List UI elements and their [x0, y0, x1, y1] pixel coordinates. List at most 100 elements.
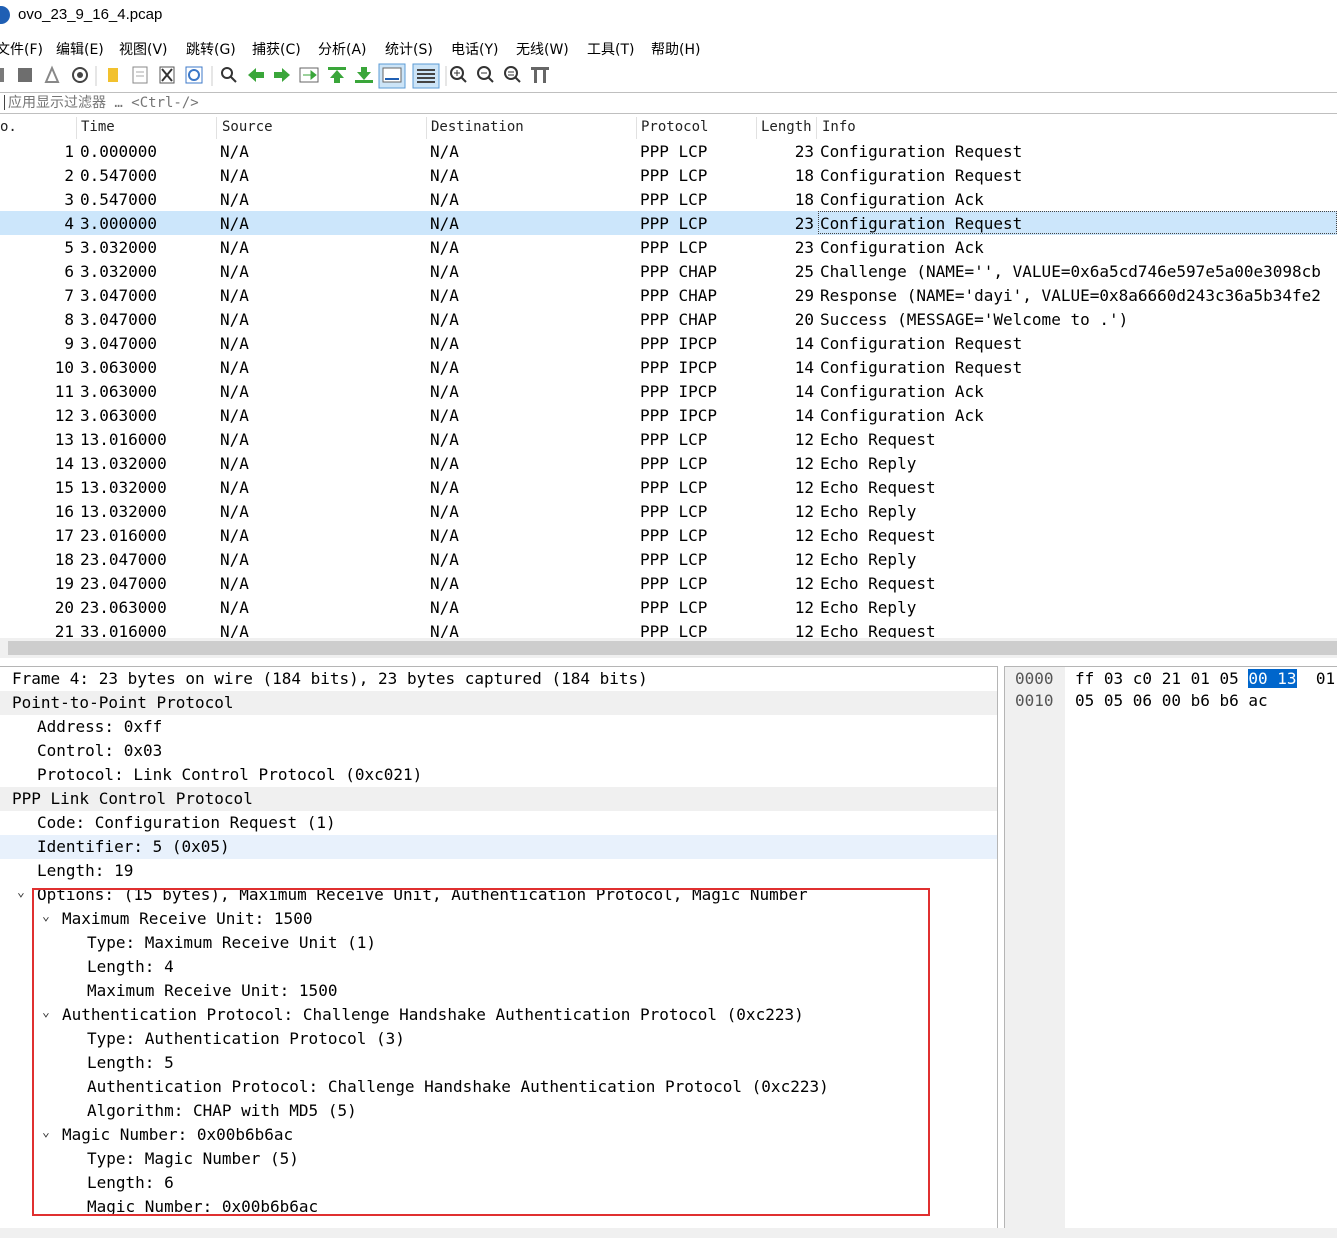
resize-columns-icon[interactable]: [531, 67, 549, 83]
go-last-icon[interactable]: [355, 67, 373, 83]
packet-row[interactable]: 3 0.547000 N/A N/A PPP LCP 18 Configuration Ac…: [0, 187, 1337, 211]
chevron-right-icon[interactable]: ›: [0, 789, 4, 809]
filter-bookmark-icon[interactable]: [4, 95, 5, 110]
detail-tree-item[interactable]: Type: Maximum Receive Unit (1): [0, 931, 997, 955]
packet-row[interactable]: 6 3.032000 N/A N/A PPP CHAP 25 Challenge (NAME…: [0, 259, 1337, 283]
hex-bytes[interactable]: 05 05 06 00 b6 b6 ac: [1075, 691, 1268, 710]
column-header-time[interactable]: Time: [81, 119, 115, 135]
packet-row[interactable]: 9 3.047000 N/A N/A PPP IPCP 14 Configuration R…: [0, 331, 1337, 355]
chevron-right-icon[interactable]: ›: [0, 669, 4, 689]
detail-tree-item[interactable]: Magic Number: 0x00b6b6ac: [0, 1195, 997, 1219]
detail-tree-item[interactable]: Type: Authentication Protocol (3): [0, 1027, 997, 1051]
chevron-down-icon[interactable]: ⌄: [17, 885, 29, 905]
column-header-info[interactable]: Info: [822, 119, 856, 135]
packet-row[interactable]: 2 0.547000 N/A N/A PPP LCP 18 Configuration Re…: [0, 163, 1337, 187]
open-file-icon[interactable]: [108, 68, 118, 82]
auto-scroll-icon[interactable]: [378, 63, 406, 89]
normal-size-icon[interactable]: [504, 66, 521, 83]
packet-row[interactable]: 5 3.032000 N/A N/A PPP LCP 23 Configuration Ac…: [0, 235, 1337, 259]
chevron-right-icon[interactable]: ›: [0, 693, 4, 713]
detail-tree-item[interactable]: Maximum Receive Unit: 1500: [0, 979, 997, 1003]
column-header-length[interactable]: Length: [761, 119, 812, 135]
start-capture-icon[interactable]: [0, 68, 4, 82]
go-first-icon[interactable]: [328, 67, 346, 83]
column-header-source[interactable]: Source: [222, 119, 273, 135]
detail-tree-item[interactable]: Length: 19: [0, 859, 997, 883]
close-file-icon[interactable]: [159, 66, 175, 84]
chevron-down-icon[interactable]: ⌄: [42, 1005, 54, 1025]
packet-row[interactable]: 7 3.047000 N/A N/A PPP CHAP 29 Response (NAME=…: [0, 283, 1337, 307]
packet-row[interactable]: 20 23.063000 N/A N/A PPP LCP 12 Echo Reply: [0, 595, 1337, 619]
menu-capture[interactable]: 捕获(C): [252, 39, 301, 59]
capture-options-icon[interactable]: [72, 67, 88, 83]
restart-capture-icon[interactable]: [44, 65, 60, 83]
detail-tree-item[interactable]: › Point-to-Point Protocol: [0, 691, 997, 715]
column-separator[interactable]: [76, 117, 77, 139]
reload-file-icon[interactable]: [185, 66, 203, 84]
go-to-packet-icon[interactable]: [299, 67, 319, 83]
packet-details-pane[interactable]: › Frame 4: 23 bytes on wire (184 bits), 2…: [0, 666, 998, 1230]
packet-row[interactable]: 1 0.000000 N/A N/A PPP LCP 23 Configuration Re…: [0, 139, 1337, 163]
scrollbar-thumb[interactable]: [8, 641, 1337, 655]
detail-tree-item[interactable]: Identifier: 5 (0x05): [0, 835, 997, 859]
column-header-destination[interactable]: Destination: [431, 119, 524, 135]
packet-row[interactable]: 16 13.032000 N/A N/A PPP LCP 12 Echo Reply: [0, 499, 1337, 523]
menu-help[interactable]: 帮助(H): [651, 39, 700, 59]
column-header-protocol[interactable]: Protocol: [641, 119, 708, 135]
detail-tree-item[interactable]: ⌄ Options: (15 bytes), Maximum Receive Un…: [0, 883, 997, 907]
go-back-icon[interactable]: [248, 68, 264, 82]
column-separator[interactable]: [216, 117, 217, 139]
packet-row[interactable]: 19 23.047000 N/A N/A PPP LCP 12 Echo Request: [0, 571, 1337, 595]
detail-tree-item[interactable]: ⌄ Maximum Receive Unit: 1500: [0, 907, 997, 931]
menu-view[interactable]: 视图(V): [119, 39, 168, 59]
packet-row[interactable]: 11 3.063000 N/A N/A PPP IPCP 14 Configuration …: [0, 379, 1337, 403]
zoom-out-icon[interactable]: [477, 66, 494, 83]
packet-row[interactable]: 10 3.063000 N/A N/A PPP IPCP 14 Configuration …: [0, 355, 1337, 379]
menu-wireless[interactable]: 无线(W): [516, 39, 569, 59]
detail-tree-item[interactable]: Authentication Protocol: Challenge Hands…: [0, 1075, 997, 1099]
column-separator[interactable]: [756, 117, 757, 139]
find-packet-icon[interactable]: [221, 67, 237, 83]
menu-edit[interactable]: 编辑(E): [56, 39, 104, 59]
detail-tree-item[interactable]: Algorithm: CHAP with MD5 (5): [0, 1099, 997, 1123]
packet-bytes-pane[interactable]: 0000 ff 03 c0 21 01 05 00 13 01 0010 05 05 …: [1004, 666, 1337, 1230]
detail-tree-item[interactable]: Protocol: Link Control Protocol (0xc021): [0, 763, 997, 787]
menu-file[interactable]: 文件(F): [0, 39, 43, 59]
packet-row[interactable]: 4 3.000000 N/A N/A PPP LCP 23 Configuration Re…: [0, 211, 1337, 235]
detail-tree-item[interactable]: Length: 5: [0, 1051, 997, 1075]
column-separator[interactable]: [636, 117, 637, 139]
column-header-no[interactable]: o.: [0, 119, 17, 135]
packet-row[interactable]: 17 23.016000 N/A N/A PPP LCP 12 Echo Request: [0, 523, 1337, 547]
detail-tree-item[interactable]: › Frame 4: 23 bytes on wire (184 bits), 2…: [0, 667, 997, 691]
packet-row[interactable]: 21 33.016000 N/A N/A PPP LCP 12 Echo Request: [0, 619, 1337, 639]
detail-tree-item[interactable]: ⌄ Authentication Protocol: Challenge Hand…: [0, 1003, 997, 1027]
packet-row[interactable]: 18 23.047000 N/A N/A PPP LCP 12 Echo Reply: [0, 547, 1337, 571]
detail-tree-item[interactable]: ⌄ Magic Number: 0x00b6b6ac: [0, 1123, 997, 1147]
column-separator[interactable]: [816, 117, 817, 139]
packet-row[interactable]: 15 13.032000 N/A N/A PPP LCP 12 Echo Request: [0, 475, 1337, 499]
zoom-in-icon[interactable]: [450, 66, 467, 83]
detail-tree-item[interactable]: Code: Configuration Request (1): [0, 811, 997, 835]
hex-bytes[interactable]: ff 03 c0 21 01 05 00 13 01: [1075, 669, 1335, 688]
chevron-down-icon[interactable]: ⌄: [42, 1125, 54, 1145]
detail-tree-item[interactable]: Control: 0x03: [0, 739, 997, 763]
packet-list-horizontal-scrollbar[interactable]: [0, 638, 1337, 658]
detail-tree-item[interactable]: › PPP Link Control Protocol: [0, 787, 997, 811]
detail-tree-item[interactable]: Type: Magic Number (5): [0, 1147, 997, 1171]
detail-tree-item[interactable]: Address: 0xff: [0, 715, 997, 739]
chevron-down-icon[interactable]: ⌄: [42, 909, 54, 929]
save-file-icon[interactable]: [132, 66, 148, 84]
menu-statistics[interactable]: 统计(S): [385, 39, 433, 59]
display-filter-input[interactable]: [8, 93, 1328, 112]
detail-tree-item[interactable]: Length: 6: [0, 1171, 997, 1195]
menu-go[interactable]: 跳转(G): [186, 39, 236, 59]
menu-tools[interactable]: 工具(T): [587, 39, 634, 59]
packet-row[interactable]: 12 3.063000 N/A N/A PPP IPCP 14 Configuration …: [0, 403, 1337, 427]
packet-row[interactable]: 14 13.032000 N/A N/A PPP LCP 12 Echo Reply: [0, 451, 1337, 475]
detail-tree-item[interactable]: Length: 4: [0, 955, 997, 979]
packet-list[interactable]: 1 0.000000 N/A N/A PPP LCP 23 Configuration Re…: [0, 139, 1337, 639]
menu-telephony[interactable]: 电话(Y): [451, 39, 498, 59]
column-separator[interactable]: [426, 117, 427, 139]
go-forward-icon[interactable]: [274, 68, 290, 82]
packet-row[interactable]: 8 3.047000 N/A N/A PPP CHAP 20 Success (MESSAG…: [0, 307, 1337, 331]
